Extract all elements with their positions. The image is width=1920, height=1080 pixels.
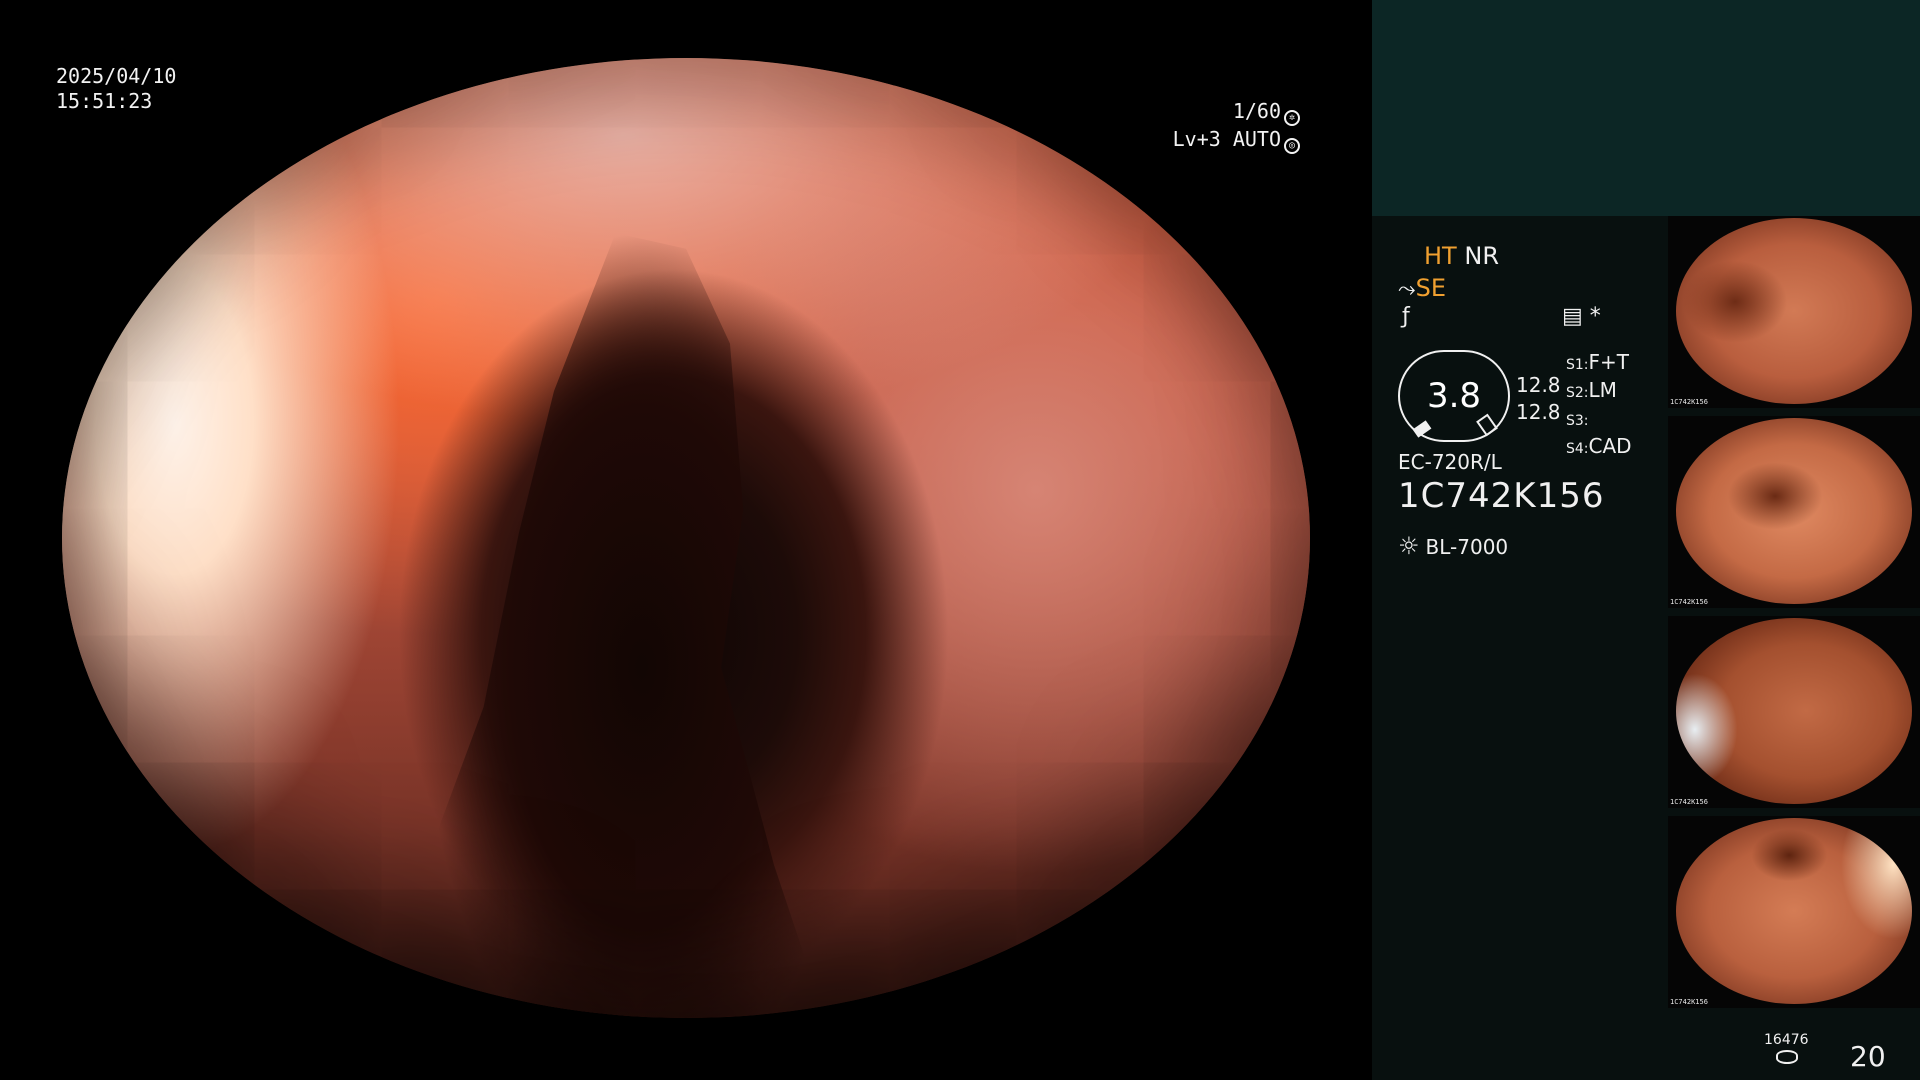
thumbnail[interactable]: 1C742K156 (1668, 816, 1920, 1008)
intensity-value: 3.8 (1426, 376, 1482, 416)
thumbnail[interactable]: 1C742K156 (1668, 616, 1920, 808)
thumbnail[interactable]: 1C742K156 (1668, 416, 1920, 608)
level-text: Lv+3 AUTO (1172, 127, 1281, 151)
endoscope-image (62, 58, 1310, 1018)
star-label: * (1589, 304, 1601, 329)
scope-model: EC-720R/L (1398, 450, 1502, 474)
structure-enhance-icon: ⤳ (1398, 277, 1416, 302)
lumen (430, 233, 827, 1018)
side-panel-header (1372, 0, 1920, 216)
time-text: 15:51:23 (56, 89, 153, 113)
capture-thumbnails: 1C742K156 1C742K156 1C742K156 1C742K156 (1668, 216, 1920, 1016)
se-label: SE (1415, 274, 1447, 302)
value-1: 12.8 (1516, 373, 1561, 397)
slot-2: S2:LM (1566, 378, 1617, 402)
capture-counter-small: 16476 (1764, 1032, 1809, 1048)
intensity-values: 12.8 12.8 (1516, 372, 1561, 426)
value-2: 12.8 (1516, 400, 1561, 424)
capture-counter: 20 (1850, 1040, 1886, 1073)
storage-icon (1776, 1050, 1798, 1064)
slot-4: S4:CAD (1566, 434, 1632, 458)
thumbnail[interactable]: 1C742K156 (1668, 216, 1920, 408)
mode-icons: ▤ * (1562, 304, 1601, 329)
light-source-icon: ☼ (1398, 532, 1420, 560)
se-indicator: ⤳SE (1398, 274, 1446, 302)
scope-serial: 1C742K156 (1398, 476, 1605, 516)
slot-1: S1:F+T (1566, 350, 1629, 374)
iris-icon: ◎ (1284, 138, 1300, 154)
endoscope-video (0, 0, 1372, 1080)
date-text: 2025/04/10 (56, 64, 177, 88)
light-source: ☼ BL-7000 (1398, 532, 1508, 560)
shutter-text: 1/60 (1232, 99, 1281, 123)
shutter-icon: ✲ (1284, 110, 1300, 126)
date-time: 2025/04/10 15:51:23 (56, 64, 176, 114)
ht-label: HT (1424, 242, 1457, 270)
ht-nr-indicator: HT NR (1424, 242, 1499, 270)
slot-3: S3: (1566, 413, 1589, 429)
exposure-info: 1/60 ✲ Lv+3 AUTO ◎ (1173, 98, 1300, 154)
intensity-gauge: 3.8 (1398, 350, 1510, 442)
f-curve-icon: ƒ (1402, 304, 1410, 329)
image-mode-icon: ▤ (1562, 304, 1583, 329)
light-source-label: BL-7000 (1425, 535, 1509, 559)
nr-label: NR (1464, 242, 1499, 270)
function-slots: S1:F+T S2:LM S3: S4:CAD (1566, 350, 1632, 462)
